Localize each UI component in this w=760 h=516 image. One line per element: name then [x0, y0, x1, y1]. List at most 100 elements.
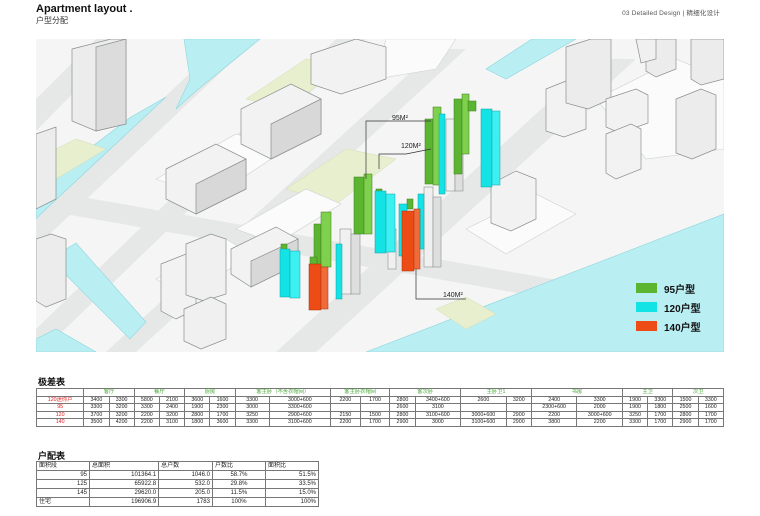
table-row: 120 3700 3200 2200 3200 2800 1700 3250 2900+600 2…: [35, 410, 725, 419]
table-cell: 1700: [647, 418, 674, 427]
table-cell: 3800: [530, 418, 578, 427]
table-cell: 101364.1: [88, 470, 160, 480]
table-cell: 3250: [234, 410, 270, 419]
table-row: 125 65922.8 532.0 29.8% 33.5%: [36, 479, 320, 489]
table-cell: 3000: [414, 418, 462, 427]
table-cell: 3100+600: [268, 418, 332, 427]
table-cell: 2200: [133, 410, 160, 419]
table-cell: [460, 403, 507, 412]
table-row: 140 3500 4200 2200 3100 1800 3600 3300 3100+600 2…: [35, 418, 725, 427]
table-cell: 2100: [158, 395, 186, 404]
header-cell: 户数比: [211, 461, 266, 471]
row-label-cell: 95: [35, 403, 85, 412]
table-cell: 1700: [697, 418, 725, 427]
table-cell: 1500: [672, 395, 699, 404]
table-cell: 3700: [83, 410, 110, 419]
table-cell: 11.5%: [211, 488, 266, 498]
header-cell: 主卧卫1: [460, 388, 532, 397]
table-cell: 3600: [209, 418, 236, 427]
table-cell: 100%: [211, 497, 266, 507]
table-cell: 1700: [359, 395, 391, 404]
table-cell: 3400: [83, 395, 110, 404]
table-cell: 33.5%: [264, 479, 320, 489]
table-cell: 2900: [505, 410, 532, 419]
table-cell: 1600: [697, 403, 725, 412]
table-row: 145 29620.0 205.0 11.5% 15.0%: [36, 488, 320, 498]
table-cell: 1700: [209, 410, 236, 419]
table-cell: 2900+600: [268, 410, 332, 419]
table-cell: 1600: [209, 395, 236, 404]
table-cell: [330, 403, 361, 412]
table-cell: 2300: [209, 403, 236, 412]
header-cell: 客主卧（不含衣帽间）: [234, 388, 332, 397]
legend-swatch-orange: [636, 321, 657, 331]
table-cell: 3100+600: [460, 418, 507, 427]
table-cell: 2000: [576, 403, 623, 412]
row-label-cell: 120迷你户: [35, 395, 85, 404]
table-cell: 3300: [697, 395, 725, 404]
table-cell: 3400+600: [414, 395, 462, 404]
header-cell: 次卫: [672, 388, 724, 397]
table-cell: 2200: [530, 410, 578, 419]
table-cell: 532.0: [158, 479, 213, 489]
header-cell: [35, 388, 85, 397]
table-cell: 2800: [184, 410, 211, 419]
table-cell: 3300: [621, 418, 649, 427]
table-cell: 2600: [460, 395, 507, 404]
section-indicator: 03 Detailed Design | 精细化设计: [622, 10, 720, 17]
header-cell: 主卫: [621, 388, 674, 397]
height-diff-table: 客厅 餐厅 厨房 客主卧（不含衣帽间） 客主卧衣帽间 客次卧 主卧卫1 书房 主…: [35, 388, 725, 427]
header-cell: 总面积: [88, 461, 160, 471]
table-cell: 2200: [330, 395, 361, 404]
header-cell: 客主卧衣帽间: [330, 388, 391, 397]
table-cell: 3300: [108, 395, 135, 404]
header-cell: 总户数: [158, 461, 213, 471]
table-cell: 3200: [108, 410, 135, 419]
page-subtitle: 户型分配: [36, 16, 68, 25]
table-cell: 2900: [505, 418, 532, 427]
table-cell: 58.7%: [211, 470, 266, 480]
table-cell: 3000+600: [268, 395, 332, 404]
table-cell: 125: [36, 479, 90, 489]
table-cell: 3300: [576, 395, 623, 404]
table-cell: 1800: [647, 403, 674, 412]
table-cell: 2600: [389, 403, 416, 412]
legend-swatch-cyan: [636, 302, 657, 312]
table-cell: 2200: [576, 418, 623, 427]
table-cell: 2200: [330, 418, 361, 427]
table-cell: 3100+600: [414, 410, 462, 419]
table-cell: 1783: [158, 497, 213, 507]
height-table-title: 极差表: [38, 377, 66, 387]
table-cell: 3600: [184, 395, 211, 404]
table-cell: 3250: [621, 410, 649, 419]
table-cell: 1700: [697, 410, 725, 419]
legend-label-140: 140户型: [664, 322, 701, 334]
callout-140-label: 140M²: [443, 292, 464, 299]
table-cell: 3200: [108, 403, 135, 412]
unit-allocation-table: 面积段 总面积 总户数 户数比 面积比 95 101364.1 1046.0 58.7…: [36, 461, 320, 507]
table-cell: 1046.0: [158, 470, 213, 480]
table-cell: 3500: [83, 418, 110, 427]
table-cell: 3300: [133, 403, 160, 412]
table-cell: 205.0: [158, 488, 213, 498]
table-cell: 3000: [234, 403, 270, 412]
table-cell: 3000+600: [460, 410, 507, 419]
table-cell: 3300: [234, 418, 270, 427]
table-cell: 住宅: [36, 497, 90, 507]
table-cell: 145: [36, 488, 90, 498]
table-cell: 1800: [184, 418, 211, 427]
table-cell: 2800: [389, 395, 416, 404]
site-plan-illustration: 95M² 120M² 140M² 95户型 120户型 140户型: [36, 39, 724, 352]
callout-95-label: 95M²: [392, 115, 409, 122]
table-cell: 3300: [83, 403, 110, 412]
table-cell: 1700: [647, 410, 674, 419]
table-cell: 1900: [621, 395, 649, 404]
header-cell: 厨房: [184, 388, 236, 397]
header-cell: 客次卧: [389, 388, 462, 397]
page-title: Apartment layout .: [36, 3, 133, 15]
table-cell: 3300: [647, 395, 674, 404]
table-cell: 1700: [359, 418, 391, 427]
table-cell: 3200: [505, 395, 532, 404]
legend-swatch-green: [636, 283, 657, 293]
table-cell: 51.5%: [264, 470, 320, 480]
